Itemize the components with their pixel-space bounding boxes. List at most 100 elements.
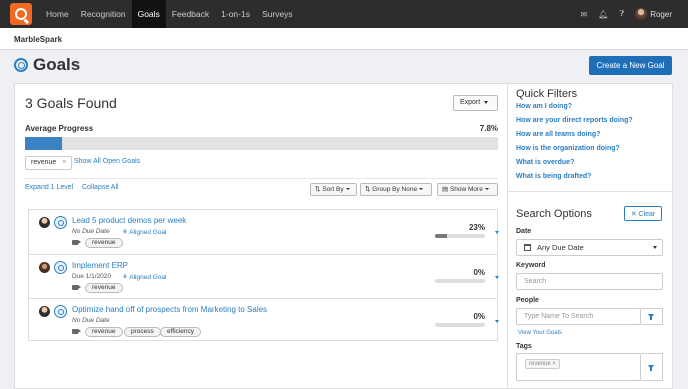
goal-tag[interactable]: revenue: [85, 283, 123, 293]
expand-level-link[interactable]: Expand 1 Level: [25, 184, 73, 191]
chevron-down-icon: [345, 188, 350, 191]
goal-due: No Due Date: [72, 228, 110, 235]
sort-by-button[interactable]: ⇅ Sort By: [310, 183, 357, 196]
tag-chip: revenue ×: [525, 359, 560, 369]
goal-row[interactable]: Lead 5 product demos per week No Due Dat…: [29, 210, 499, 254]
filter-chip-label: revenue: [31, 159, 57, 166]
org-name[interactable]: MarbleSpark: [14, 35, 62, 44]
tag-icon: [72, 329, 81, 334]
divider: [25, 178, 498, 179]
goal-progress-bar: [435, 234, 485, 238]
nav-feedback[interactable]: Feedback: [166, 0, 215, 28]
envelope-icon[interactable]: ✉: [581, 10, 588, 19]
tag-chip-label: revenue: [529, 361, 551, 367]
quick-filter-link[interactable]: What is being drafted?: [516, 173, 591, 180]
aligned-goal-link[interactable]: ⚘ Aligned Goal: [122, 273, 167, 281]
goals-list: Lead 5 product demos per week No Due Dat…: [28, 209, 499, 342]
group-by-label: Group By None: [372, 186, 418, 193]
date-select[interactable]: Any Due Date: [516, 239, 663, 256]
expand-goal-chevron-icon[interactable]: [495, 276, 499, 279]
keyword-label: Keyword: [516, 262, 546, 269]
goal-tag[interactable]: revenue: [85, 238, 123, 248]
nav-1on1s[interactable]: 1-on-1s: [215, 0, 256, 28]
active-filter-chip: revenue ×: [25, 156, 73, 170]
average-progress-fill: [25, 137, 62, 150]
goal-percent: 23%: [468, 223, 485, 232]
tags-input[interactable]: revenue ×: [516, 353, 641, 381]
goal-tag[interactable]: efficiency: [160, 327, 201, 337]
create-goal-button[interactable]: Create a New Goal: [589, 56, 672, 75]
expand-goal-chevron-icon[interactable]: [495, 231, 499, 234]
goal-target-icon: [14, 58, 28, 72]
nav-surveys[interactable]: Surveys: [256, 0, 299, 28]
user-name: Roger: [650, 9, 672, 19]
nav-goals[interactable]: Goals: [131, 0, 166, 28]
aligned-goal-link[interactable]: ⚘ Aligned Goal: [122, 228, 167, 236]
goal-target-icon: [54, 261, 67, 274]
expand-goal-chevron-icon[interactable]: [495, 320, 499, 323]
avatar: [635, 8, 648, 20]
goals-count: 3 Goals Found: [25, 95, 117, 111]
user-menu[interactable]: Roger: [635, 8, 672, 20]
bell-icon[interactable]: 🔔︎: [598, 10, 608, 19]
chevron-down-icon: [419, 188, 424, 191]
page-title: Goals: [33, 55, 81, 74]
aligned-goal-label: Aligned Goal: [129, 229, 167, 236]
goal-tag[interactable]: revenue: [85, 327, 123, 337]
quick-filter-link[interactable]: How is the organization doing?: [516, 145, 620, 152]
collapse-all-link[interactable]: Collapse All: [82, 184, 119, 191]
org-bar: MarbleSpark: [0, 28, 688, 50]
owner-avatar: [39, 306, 50, 317]
tag-icon: [72, 240, 81, 245]
average-progress-value: 7.8%: [479, 124, 498, 133]
chevron-down-icon: [484, 100, 489, 104]
people-search-input[interactable]: Type Name To Search: [516, 308, 641, 325]
remove-tag-icon[interactable]: ×: [552, 361, 556, 367]
quick-filter-link[interactable]: What is overdue?: [516, 159, 574, 166]
goal-percent: 0%: [473, 312, 485, 321]
aligned-goal-label: Aligned Goal: [129, 274, 167, 281]
tag-icon: [72, 285, 81, 290]
goal-row[interactable]: Optimize hand off of prospects from Mark…: [29, 298, 499, 342]
keyword-input[interactable]: Search: [516, 273, 663, 290]
goal-title[interactable]: Implement ERP: [72, 261, 128, 270]
goal-row[interactable]: Implement ERP Due 1/1/2020 ⚘ Aligned Goa…: [29, 254, 499, 298]
tags-label: Tags: [516, 343, 532, 350]
clear-filters-button[interactable]: ✕ Clear: [624, 206, 662, 221]
goal-tag[interactable]: process: [124, 327, 161, 337]
goal-target-icon: [54, 305, 67, 318]
show-all-open-goals-link[interactable]: Show All Open Goals: [74, 158, 140, 165]
quick-filter-link[interactable]: How are all teams doing?: [516, 131, 600, 138]
goals-panel: 3 Goals Found Export Average Progress 7.…: [14, 83, 507, 389]
chevron-down-icon: [653, 246, 657, 249]
average-progress-label: Average Progress: [25, 124, 94, 133]
app-logo[interactable]: [10, 3, 32, 25]
goal-due: Due 1/1/2020: [72, 273, 112, 280]
filter-icon: [648, 365, 654, 371]
people-filter-button[interactable]: [641, 308, 663, 325]
goal-progress-bar: [435, 279, 485, 283]
group-by-button[interactable]: ⇅ Group By None: [360, 183, 432, 196]
chevron-down-icon: [484, 188, 489, 191]
show-more-button[interactable]: ▤ Show More: [437, 183, 498, 196]
view-your-goals-link[interactable]: View Your Goals: [518, 330, 562, 336]
clear-label: Clear: [638, 210, 656, 218]
date-label: Date: [516, 228, 532, 235]
goal-title[interactable]: Optimize hand off of prospects from Mark…: [72, 305, 267, 314]
help-icon[interactable]: ❓︎: [619, 9, 624, 19]
export-label: Export: [460, 99, 481, 106]
nav-home[interactable]: Home: [40, 0, 75, 28]
owner-avatar: [39, 217, 50, 228]
goal-progress-fill: [435, 234, 447, 238]
tags-filter-button[interactable]: [641, 353, 663, 381]
quick-filter-link[interactable]: How are your direct reports doing?: [516, 117, 633, 124]
goal-percent: 0%: [473, 268, 485, 277]
export-button[interactable]: Export: [453, 95, 498, 111]
filters-panel: Quick Filters How am I doing? How are yo…: [507, 83, 673, 389]
quick-filter-link[interactable]: How am I doing?: [516, 103, 572, 110]
top-nav: Home Recognition Goals Feedback 1-on-1s …: [0, 0, 688, 28]
people-label: People: [516, 297, 539, 304]
nav-recognition[interactable]: Recognition: [75, 0, 132, 28]
goal-title[interactable]: Lead 5 product demos per week: [72, 216, 186, 225]
remove-filter-icon[interactable]: ×: [62, 157, 66, 169]
